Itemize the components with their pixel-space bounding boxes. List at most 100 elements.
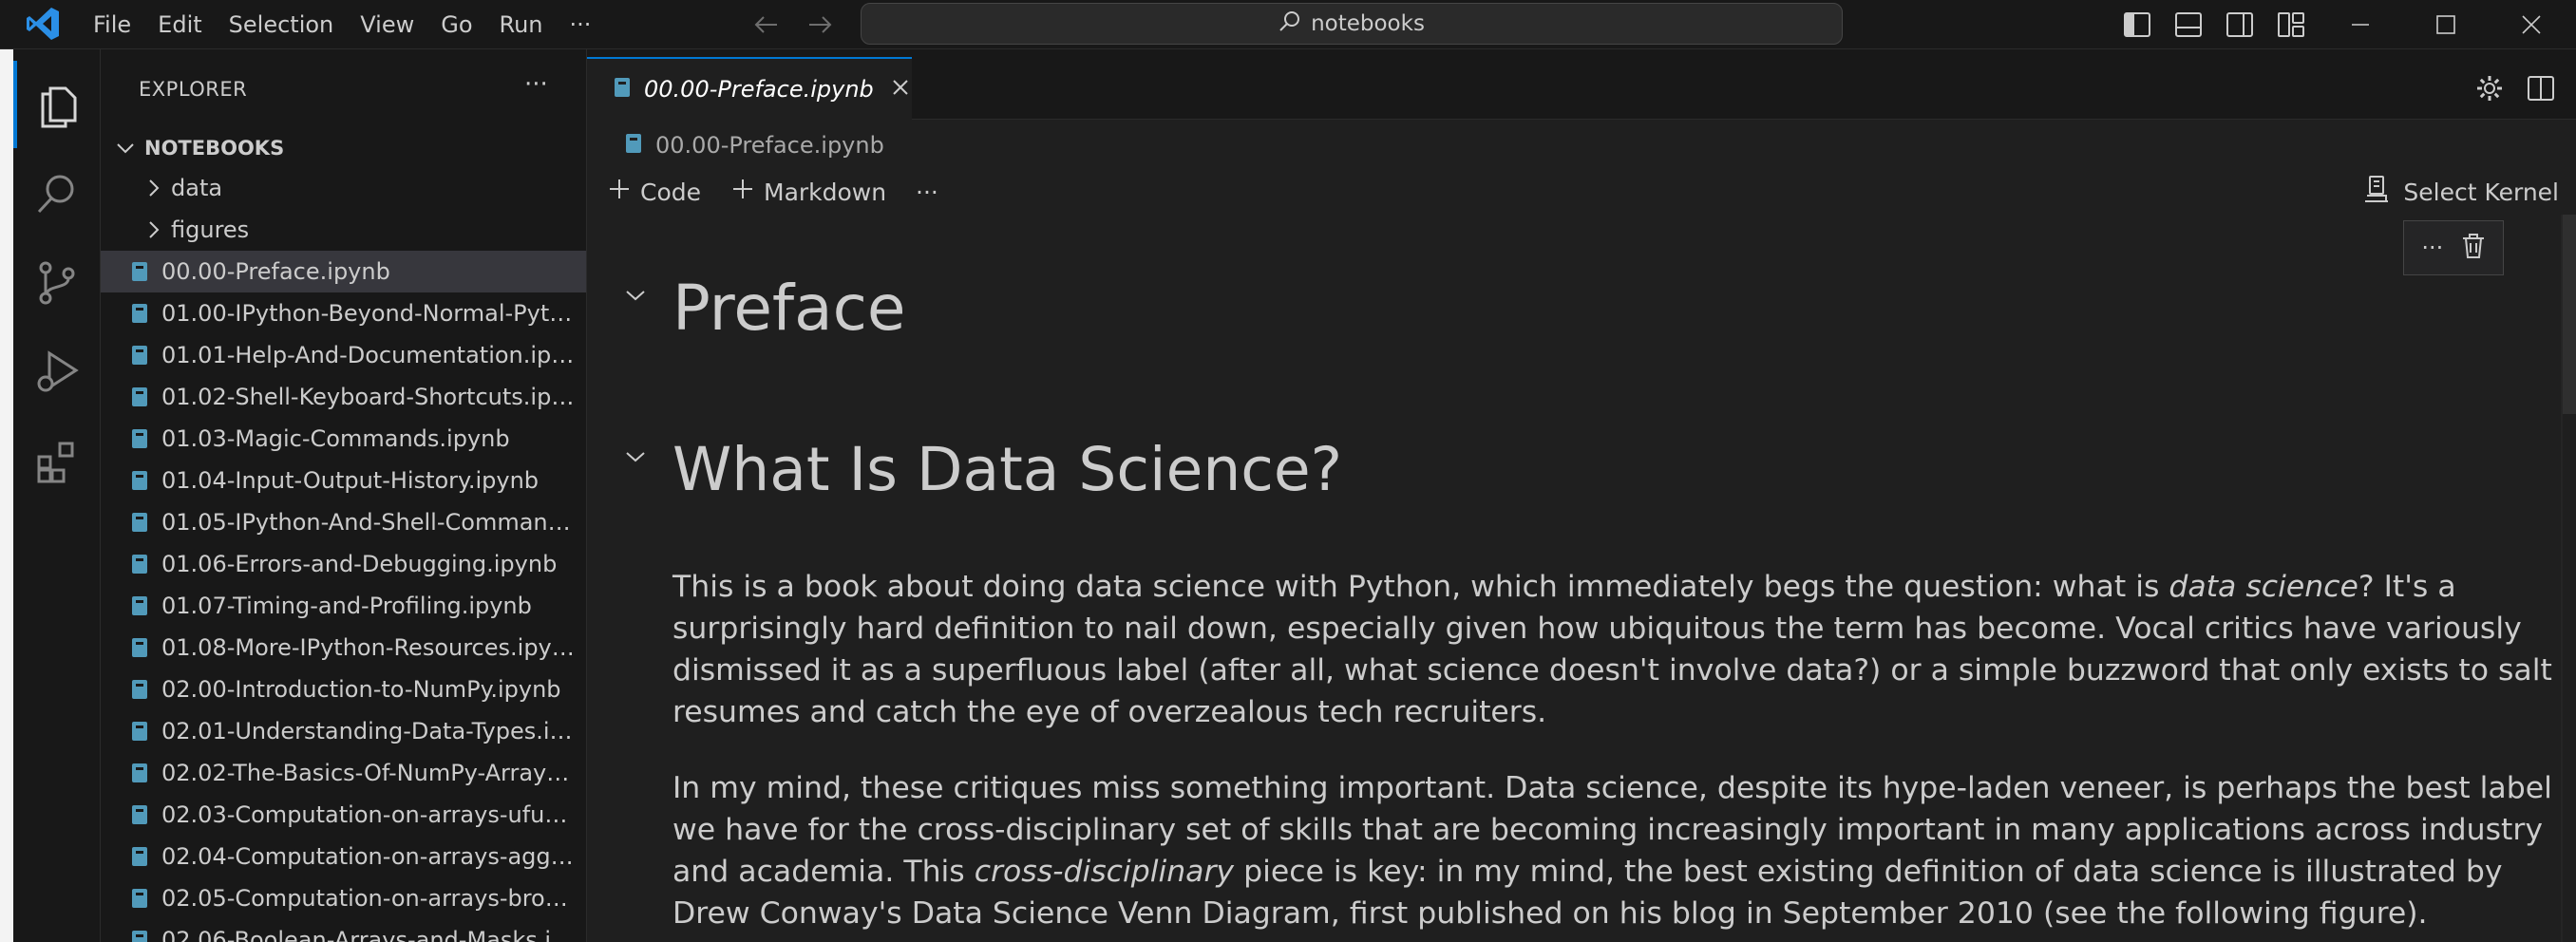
extensions-icon[interactable] [13, 418, 101, 505]
toggle-secondary-sidebar-icon[interactable] [2219, 9, 2261, 41]
toggle-primary-sidebar-icon[interactable] [2116, 9, 2158, 41]
menu-run[interactable]: Run [486, 11, 557, 38]
cell-toolbar: ··· [2403, 220, 2504, 275]
notebook-file-icon [129, 345, 150, 366]
source-control-icon[interactable] [13, 239, 101, 327]
collapse-chevron-icon[interactable] [621, 281, 650, 310]
notebook-file-icon [129, 804, 150, 825]
chevron-right-icon [141, 220, 167, 239]
file-item[interactable]: 01.02-Shell-Keyboard-Shortcuts.ipynb [101, 376, 586, 418]
notebook-file-icon [129, 261, 150, 282]
file-tree: data figures 00.00-Preface.ipynb 01.00-I… [101, 167, 586, 942]
customize-layout-icon[interactable] [2270, 9, 2312, 41]
chevron-right-icon [141, 179, 167, 198]
markdown-label: Markdown [764, 178, 887, 206]
file-item[interactable]: 02.00-Introduction-to-NumPy.ipynb [101, 669, 586, 710]
folder-item[interactable]: figures [101, 209, 586, 251]
forward-arrow-icon[interactable] [802, 8, 838, 42]
toolbar-more-button[interactable]: ··· [916, 173, 938, 211]
run-and-debug-icon[interactable] [13, 329, 101, 416]
notebook-file-icon [129, 303, 150, 324]
file-item[interactable]: 01.04-Input-Output-History.ipynb [101, 460, 586, 501]
plus-icon [608, 178, 631, 206]
trash-icon[interactable] [2461, 233, 2486, 263]
tab-preface[interactable]: 00.00-Preface.ipynb [587, 57, 912, 120]
gear-icon[interactable] [2475, 74, 2504, 106]
menu-view[interactable]: View [347, 11, 427, 38]
editor-tab-bar: 00.00-Preface.ipynb [587, 49, 2576, 120]
explorer-more-button[interactable]: ··· [524, 70, 548, 99]
background-window-edge [0, 49, 13, 942]
plus-icon [731, 178, 754, 206]
file-item[interactable]: 01.01-Help-And-Documentation.ipynb [101, 334, 586, 376]
add-code-cell-button[interactable]: Code [608, 173, 701, 211]
file-item[interactable]: 02.05-Computation-on-arrays-broad... [101, 877, 586, 919]
explorer-icon[interactable] [13, 61, 101, 148]
collapse-chevron-icon[interactable] [621, 443, 650, 471]
close-window-icon[interactable] [2489, 0, 2574, 49]
split-editor-icon[interactable] [2527, 74, 2555, 106]
code-label: Code [640, 178, 702, 206]
file-item[interactable]: 01.07-Timing-and-Profiling.ipynb [101, 585, 586, 627]
search-sidebar-icon[interactable] [13, 150, 101, 237]
file-item[interactable]: 00.00-Preface.ipynb [101, 251, 586, 292]
window-controls [2318, 0, 2574, 49]
menu-more[interactable]: ··· [557, 11, 605, 38]
command-center-search[interactable]: notebooks [861, 3, 1843, 45]
file-label: 00.00-Preface.ipynb [161, 258, 390, 285]
file-item[interactable]: 01.06-Errors-and-Debugging.ipynb [101, 543, 586, 585]
search-icon [1279, 10, 1301, 37]
menu-file[interactable]: File [80, 11, 144, 38]
file-item[interactable]: 01.08-More-IPython-Resources.ipynb [101, 627, 586, 669]
maximize-icon[interactable] [2403, 0, 2489, 49]
file-item[interactable]: 02.02-The-Basics-Of-NumPy-Arrays.i... [101, 752, 586, 794]
file-label: 02.03-Computation-on-arrays-ufunc... [161, 801, 579, 828]
folder-label: figures [171, 217, 250, 243]
file-label: 01.03-Magic-Commands.ipynb [161, 425, 510, 452]
cell-more-button[interactable]: ··· [2421, 235, 2443, 261]
file-label: 01.04-Input-Output-History.ipynb [161, 467, 540, 494]
menu-bar: File Edit Selection View Go Run ··· [80, 0, 604, 49]
file-item[interactable]: 02.03-Computation-on-arrays-ufunc... [101, 794, 586, 836]
heading-preface: Preface [672, 272, 906, 345]
title-bar: File Edit Selection View Go Run ··· note… [0, 0, 2576, 49]
file-item[interactable]: 01.03-Magic-Commands.ipynb [101, 418, 586, 460]
file-item[interactable]: 02.06-Boolean-Arrays-and-Masks.ipy... [101, 919, 586, 942]
back-arrow-icon[interactable] [748, 8, 785, 42]
paragraph-text: This is a book about doing data science … [672, 570, 2169, 604]
file-item[interactable]: 02.01-Understanding-Data-Types.ipy... [101, 710, 586, 752]
folder-item[interactable]: data [101, 167, 586, 209]
minimize-icon[interactable] [2318, 0, 2403, 49]
notebook-file-icon [129, 763, 150, 783]
notebook-file-icon [129, 846, 150, 867]
file-label: 01.02-Shell-Keyboard-Shortcuts.ipynb [161, 384, 579, 410]
editor-scrollbar[interactable] [2563, 215, 2576, 414]
notebook-file-icon [129, 679, 150, 700]
breadcrumb: 00.00-Preface.ipynb [587, 120, 2576, 171]
breadcrumb-file[interactable]: 00.00-Preface.ipynb [655, 132, 884, 159]
file-item[interactable]: 02.04-Computation-on-arrays-aggre... [101, 836, 586, 877]
notebook-file-icon [129, 512, 150, 533]
folder-label: data [171, 175, 223, 201]
notebook-file-icon [614, 77, 631, 102]
select-kernel-button[interactable]: Select Kernel [2363, 173, 2559, 211]
section-label: NOTEBOOKS [144, 137, 285, 160]
navigation-arrows [748, 8, 838, 42]
menu-go[interactable]: Go [427, 11, 485, 38]
file-item[interactable]: 01.00-IPython-Beyond-Normal-Pyth... [101, 292, 586, 334]
notebook-file-icon [129, 930, 150, 942]
menu-edit[interactable]: Edit [144, 11, 215, 38]
file-label: 01.00-IPython-Beyond-Normal-Pyth... [161, 300, 579, 327]
notebook-file-icon [129, 595, 150, 616]
menu-selection[interactable]: Selection [216, 11, 348, 38]
add-markdown-cell-button[interactable]: Markdown [731, 173, 886, 211]
file-label: 02.01-Understanding-Data-Types.ipy... [161, 718, 579, 744]
search-text: notebooks [1311, 11, 1425, 36]
toggle-panel-icon[interactable] [2168, 9, 2209, 41]
file-label: 02.05-Computation-on-arrays-broad... [161, 885, 579, 912]
close-icon[interactable] [891, 75, 910, 104]
paragraph-2: In my mind, these critiques miss somethi… [672, 767, 2568, 934]
file-label: 02.04-Computation-on-arrays-aggre... [161, 843, 579, 870]
notebooks-section-header[interactable]: NOTEBOOKS [101, 129, 586, 167]
file-item[interactable]: 01.05-IPython-And-Shell-Commands... [101, 501, 586, 543]
